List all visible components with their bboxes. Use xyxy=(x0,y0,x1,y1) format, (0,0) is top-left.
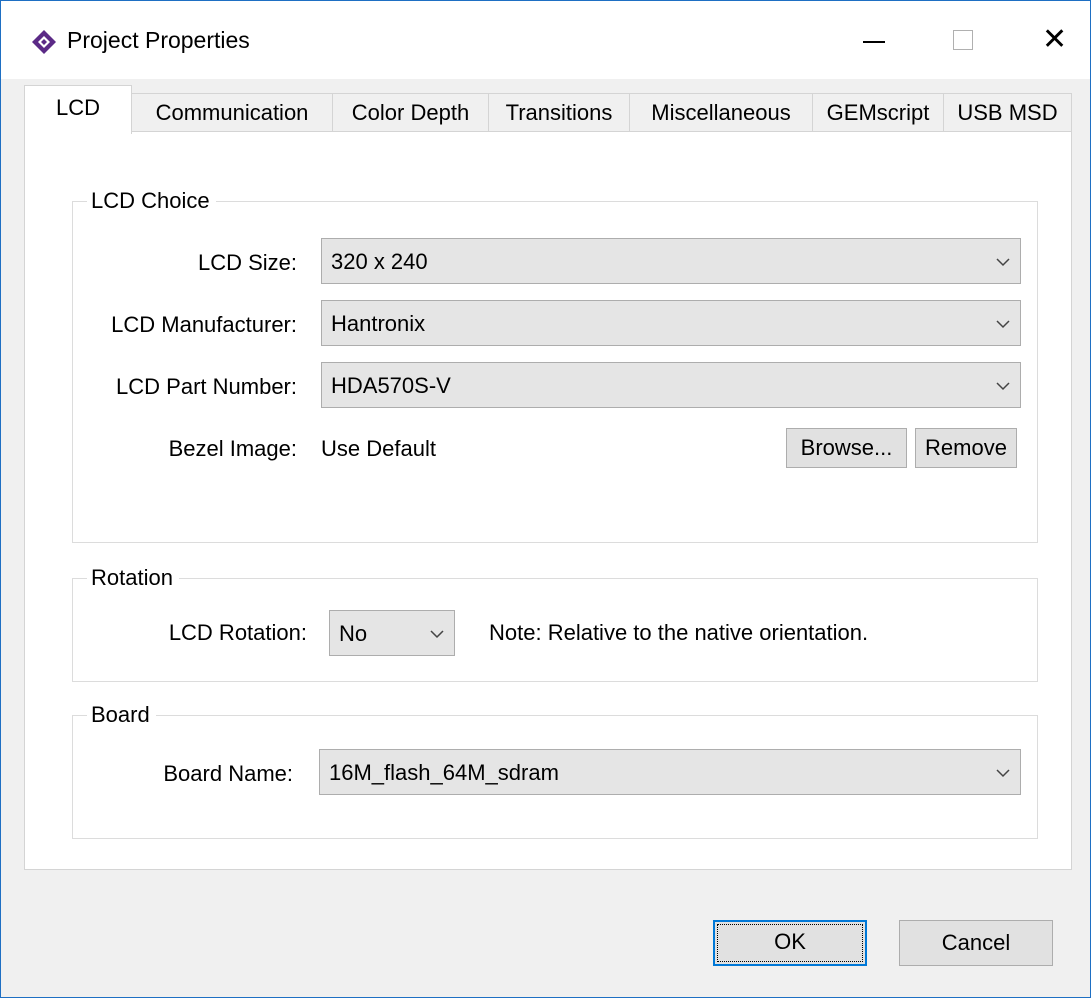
board-name-select[interactable]: 16M_flash_64M_sdram xyxy=(319,749,1021,795)
bezel-image-value: Use Default xyxy=(321,436,436,461)
minimize-button[interactable] xyxy=(829,1,919,79)
lcd-manufacturer-label: LCD Manufacturer: xyxy=(111,312,297,337)
lcd-part-number-value: HDA570S-V xyxy=(331,373,451,398)
title-bar: Project Properties ✕ xyxy=(1,1,1090,79)
close-button[interactable]: ✕ xyxy=(1005,1,1091,79)
tab-miscellaneous[interactable]: Miscellaneous xyxy=(629,93,813,132)
tab-communication[interactable]: Communication xyxy=(131,93,333,132)
lcd-part-number-label: LCD Part Number: xyxy=(116,374,297,399)
remove-button[interactable]: Remove xyxy=(915,428,1017,468)
tab-color-depth[interactable]: Color Depth xyxy=(332,93,489,132)
lcd-size-select[interactable]: 320 x 240 xyxy=(321,238,1021,284)
rotation-title: Rotation xyxy=(87,565,179,591)
minimize-icon xyxy=(863,41,885,43)
lcd-choice-title: LCD Choice xyxy=(87,188,216,214)
lcd-part-number-select[interactable]: HDA570S-V xyxy=(321,362,1021,408)
tab-lcd[interactable]: LCD xyxy=(24,85,132,134)
chevron-down-icon xyxy=(430,630,444,639)
chevron-down-icon xyxy=(996,769,1010,778)
project-properties-window: Project Properties ✕ Communication Color… xyxy=(0,0,1091,998)
lcd-manufacturer-select[interactable]: Hantronix xyxy=(321,300,1021,346)
browse-button[interactable]: Browse... xyxy=(786,428,907,468)
window-title: Project Properties xyxy=(67,27,250,53)
lcd-size-label: LCD Size: xyxy=(197,250,297,275)
ok-button[interactable]: OK xyxy=(713,920,867,966)
focus-rect xyxy=(717,924,863,962)
board-name-label: Board Name: xyxy=(163,761,293,786)
lcd-rotation-label: LCD Rotation: xyxy=(168,620,307,645)
lcd-size-value: 320 x 240 xyxy=(331,249,428,274)
cancel-button[interactable]: Cancel xyxy=(899,920,1053,966)
chevron-down-icon xyxy=(996,258,1010,267)
lcd-tab-panel: LCD Choice LCD Size: 320 x 240 LCD Manuf… xyxy=(24,131,1072,870)
tab-usb-msd[interactable]: USB MSD xyxy=(943,93,1072,132)
lcd-manufacturer-value: Hantronix xyxy=(331,311,426,336)
maximize-button[interactable] xyxy=(919,1,1009,79)
board-title: Board xyxy=(87,702,156,728)
app-diamond-icon xyxy=(32,30,56,54)
maximize-icon xyxy=(953,30,973,50)
bezel-image-label: Bezel Image: xyxy=(168,436,297,461)
chevron-down-icon xyxy=(996,320,1010,329)
tab-gemscript[interactable]: GEMscript xyxy=(812,93,944,132)
rotation-note: Note: Relative to the native orientation… xyxy=(489,620,869,645)
board-name-value: 16M_flash_64M_sdram xyxy=(329,760,559,785)
close-icon: ✕ xyxy=(1042,23,1068,56)
chevron-down-icon xyxy=(996,382,1010,391)
tab-transitions[interactable]: Transitions xyxy=(488,93,630,132)
lcd-rotation-select[interactable]: No xyxy=(329,610,455,656)
lcd-rotation-value: No xyxy=(339,621,368,646)
